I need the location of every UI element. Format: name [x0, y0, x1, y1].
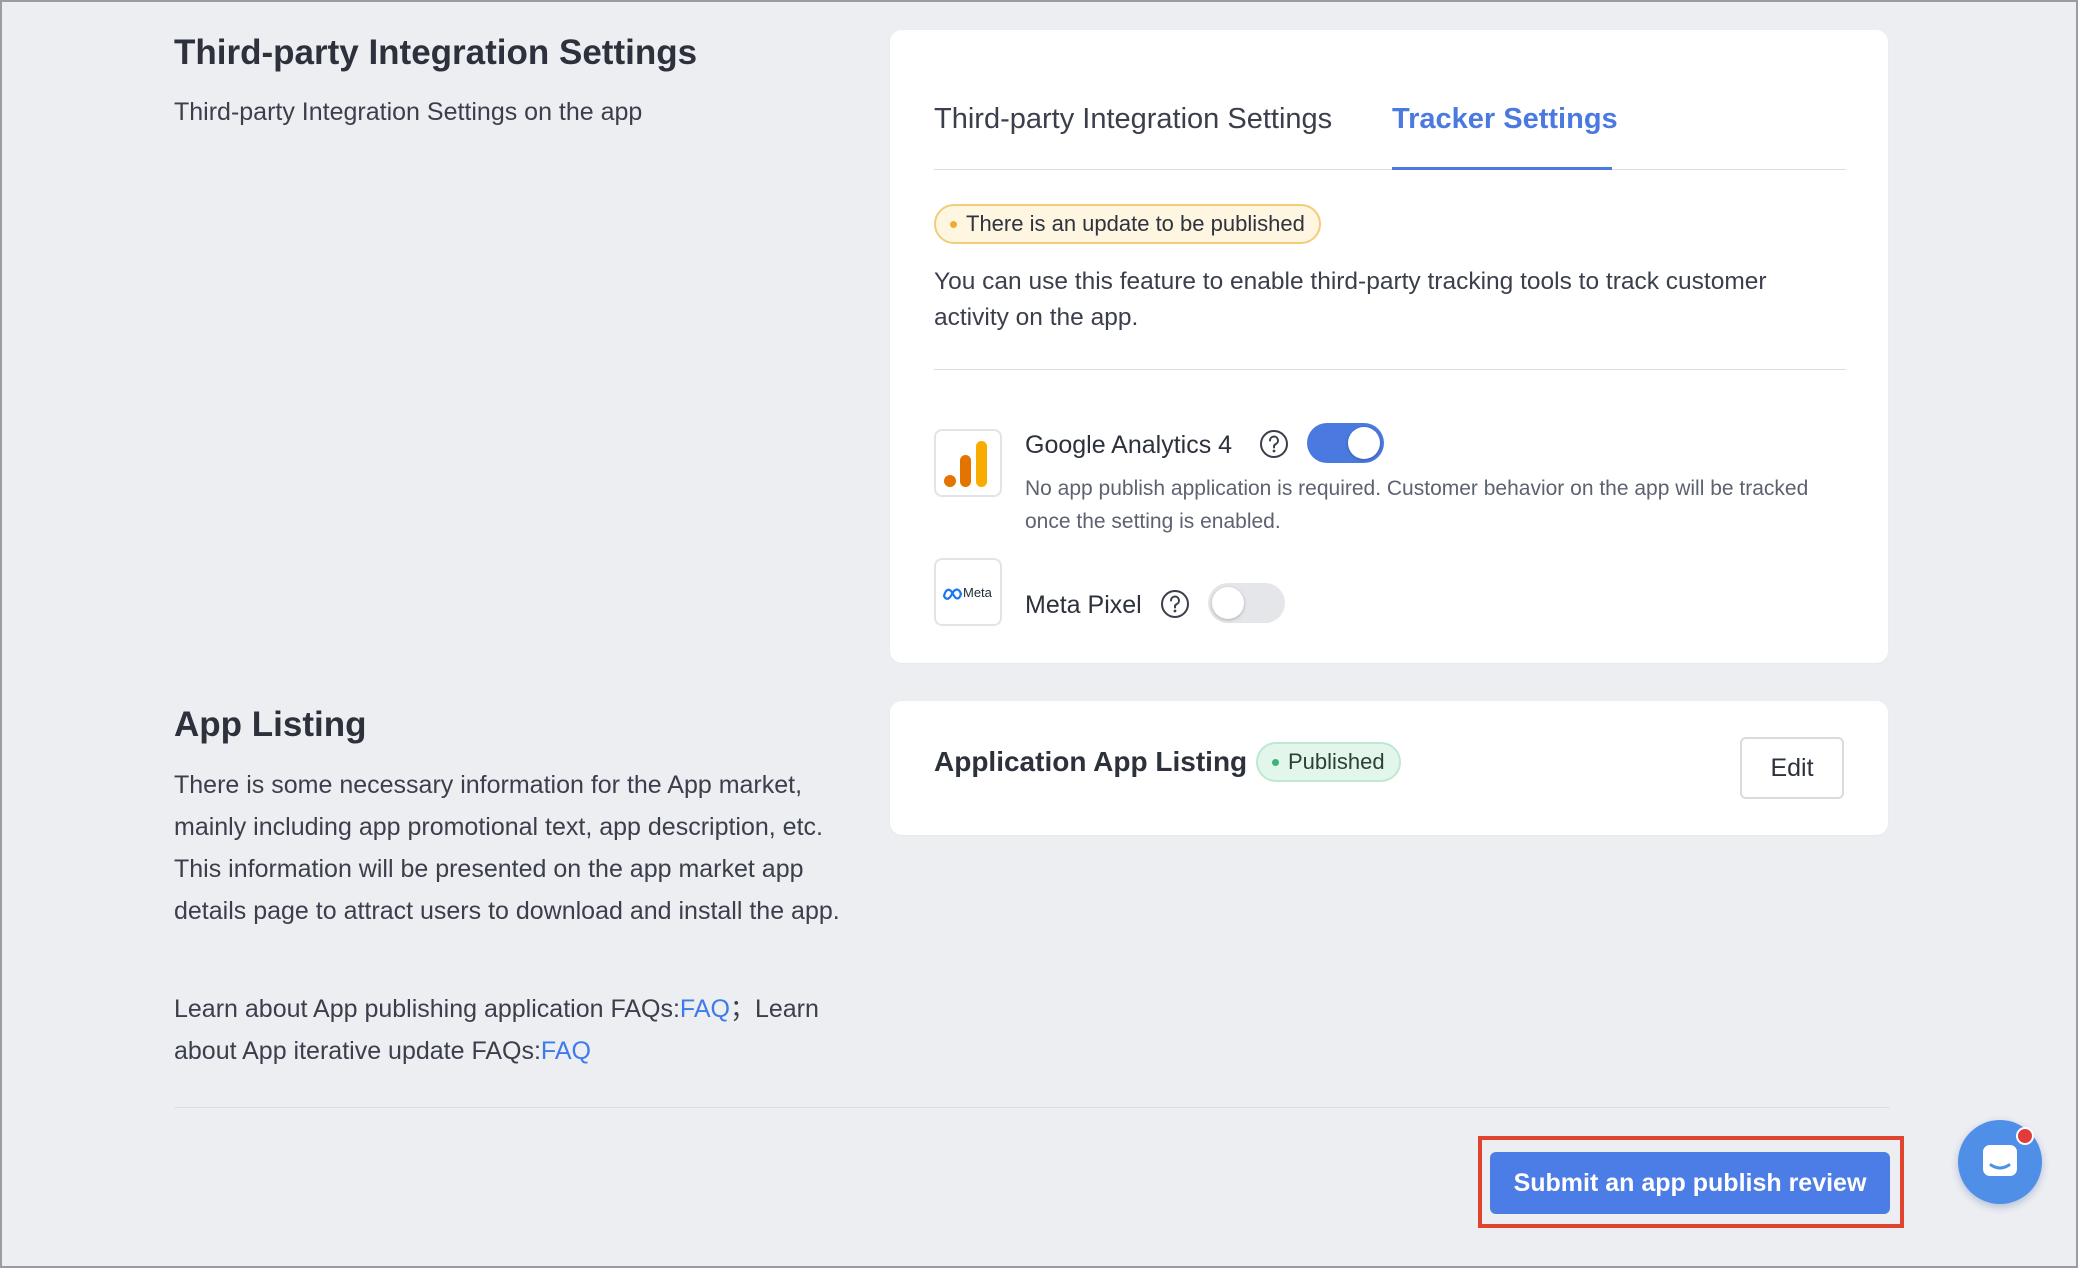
faq-text-1: Learn about App publishing application F… [174, 995, 680, 1023]
integration-section-subtitle: Third-party Integration Settings on the … [174, 98, 643, 126]
tabs-divider [934, 169, 1846, 170]
meta-pixel-name: Meta Pixel [1025, 591, 1142, 619]
update-status-badge: There is an update to be published [934, 204, 1321, 244]
listing-section-title: App Listing [174, 705, 367, 744]
google-analytics-logo [934, 429, 1002, 497]
meta-pixel-logo: Meta [934, 558, 1002, 626]
published-status-badge: Published [1256, 742, 1401, 782]
edit-listing-button[interactable]: Edit [1740, 737, 1844, 799]
app-listing-title: Application App Listing [934, 746, 1248, 777]
google-analytics-toggle[interactable] [1307, 423, 1384, 463]
chat-support-button[interactable] [1958, 1120, 2042, 1204]
google-analytics-name: Google Analytics 4 [1025, 431, 1233, 459]
google-analytics-icon [944, 441, 987, 487]
submit-publish-review-button[interactable]: Submit an app publish review [1490, 1152, 1890, 1214]
description-divider [934, 369, 1846, 370]
svg-text:Meta: Meta [963, 585, 993, 600]
warning-dot-icon [950, 220, 957, 228]
meta-logo-icon: Meta [942, 585, 993, 600]
success-dot-icon [1272, 758, 1279, 766]
google-analytics-description: No app publish application is required. … [1025, 477, 1809, 533]
tracker-settings-description: You can use this feature to enable third… [934, 268, 1767, 331]
question-circle-icon[interactable] [1160, 589, 1190, 619]
update-status-text: There is an update to be published [966, 211, 1305, 236]
notification-dot [2016, 1127, 2034, 1145]
toggle-knob [1348, 427, 1380, 459]
tab-third-party-integration-settings[interactable]: Third-party Integration Settings [934, 105, 1332, 134]
faq-link-publishing[interactable]: FAQ [680, 995, 730, 1023]
integration-section-title: Third-party Integration Settings [174, 33, 698, 72]
active-tab-indicator [1392, 167, 1612, 170]
tracker-settings-card: Third-party Integration Settings Tracker… [890, 30, 1888, 663]
faq-text: Learn about App publishing application F… [174, 988, 854, 1072]
tab-tracker-settings[interactable]: Tracker Settings [1392, 105, 1618, 134]
question-circle-icon[interactable] [1259, 429, 1289, 459]
footer-divider [174, 1107, 1890, 1108]
meta-pixel-toggle[interactable] [1208, 583, 1285, 623]
toggle-knob [1212, 587, 1244, 619]
faq-link-iterative-update[interactable]: FAQ [541, 1037, 591, 1065]
listing-section-description: There is some necessary information for … [174, 771, 840, 925]
app-listing-card: Application App Listing Published Edit [890, 701, 1888, 835]
published-status-text: Published [1288, 749, 1385, 774]
